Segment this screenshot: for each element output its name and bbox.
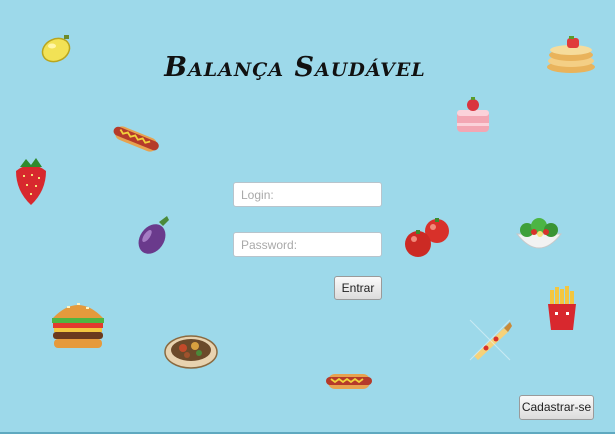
- hotdog-icon: [326, 374, 372, 389]
- password-input[interactable]: [233, 232, 382, 257]
- lemon-icon: [41, 35, 71, 63]
- register-button[interactable]: Cadastrar-se: [519, 395, 594, 420]
- fries-icon: [548, 286, 576, 330]
- enter-button[interactable]: Entrar: [334, 276, 382, 300]
- login-input[interactable]: [233, 182, 382, 207]
- burger-icon: [52, 303, 104, 348]
- eggplant-icon: [138, 216, 169, 254]
- pancakes-icon: [547, 36, 595, 73]
- login-window: Balança Saudável Entrar Cadastrar-se: [0, 0, 615, 434]
- app-title: Balança Saudável: [164, 52, 426, 83]
- cake-icon: [457, 97, 489, 132]
- strawberry-icon: [16, 158, 46, 205]
- tomatoes-icon: [405, 218, 449, 257]
- pizza-slice-icon: [469, 319, 512, 361]
- stew-bowl-icon: [164, 335, 218, 369]
- salad-icon: [515, 218, 563, 249]
- hotdog-icon: [113, 126, 159, 152]
